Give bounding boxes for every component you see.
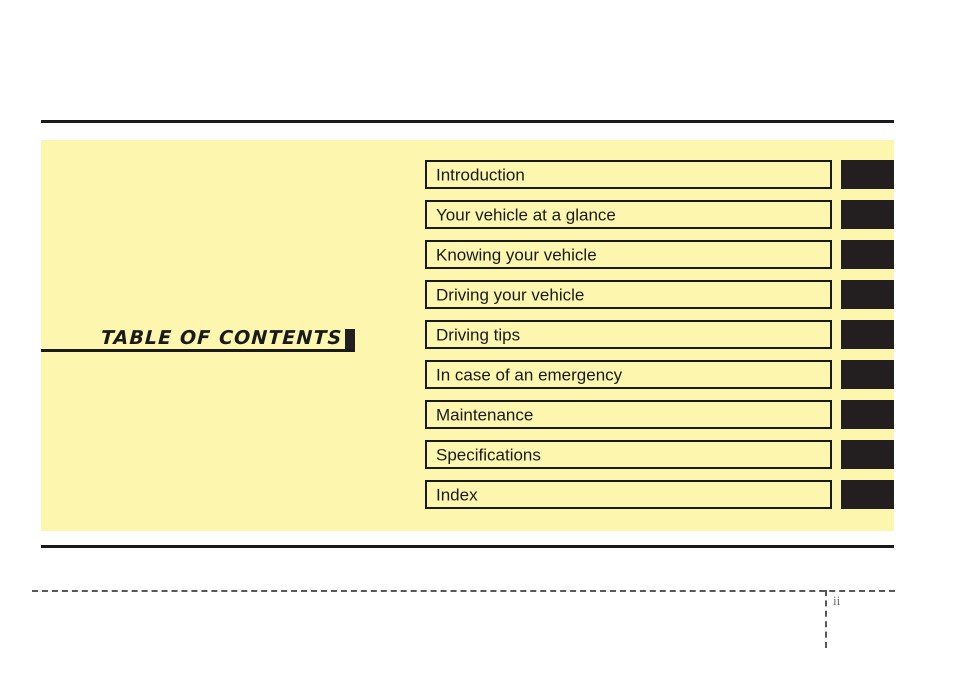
chapter-label: In case of an emergency: [436, 365, 623, 384]
chapter-label: Specifications: [436, 445, 541, 464]
chapter-label: Index: [436, 485, 478, 504]
chapter-tab[interactable]: [841, 480, 894, 509]
chapter-box[interactable]: Index: [425, 480, 832, 509]
crop-mark-horizontal: [32, 590, 895, 592]
chapter-label: Introduction: [436, 165, 525, 184]
chapter-label: Maintenance: [436, 405, 534, 424]
manual-page: TABLE OF CONTENTS Introduction Your vehi…: [0, 0, 954, 675]
chapter-label: Knowing your vehicle: [436, 245, 597, 264]
contents-list: Introduction Your vehicle at a glance Kn…: [425, 160, 894, 520]
list-item[interactable]: Knowing your vehicle: [425, 240, 894, 280]
chapter-box[interactable]: Maintenance: [425, 400, 832, 429]
crop-mark-vertical: [825, 590, 827, 648]
chapter-tab[interactable]: [841, 360, 894, 389]
list-item[interactable]: Introduction: [425, 160, 894, 200]
list-item[interactable]: Your vehicle at a glance: [425, 200, 894, 240]
chapter-box[interactable]: Driving tips: [425, 320, 832, 349]
chapter-box[interactable]: In case of an emergency: [425, 360, 832, 389]
footer-rule: [41, 545, 894, 548]
chapter-tab[interactable]: [841, 280, 894, 309]
chapter-box[interactable]: Your vehicle at a glance: [425, 200, 832, 229]
chapter-box[interactable]: Introduction: [425, 160, 832, 189]
list-item[interactable]: In case of an emergency: [425, 360, 894, 400]
chapter-box[interactable]: Driving your vehicle: [425, 280, 832, 309]
list-item[interactable]: Driving your vehicle: [425, 280, 894, 320]
contents-panel: TABLE OF CONTENTS Introduction Your vehi…: [41, 140, 894, 531]
chapter-box[interactable]: Specifications: [425, 440, 832, 469]
table-of-contents-heading: TABLE OF CONTENTS: [41, 326, 355, 352]
page-number: ii: [833, 593, 841, 608]
chapter-label: Your vehicle at a glance: [436, 205, 616, 224]
header-rule: [41, 120, 894, 123]
chapter-label: Driving tips: [436, 325, 521, 344]
chapter-label: Driving your vehicle: [436, 285, 585, 304]
chapter-tab[interactable]: [841, 400, 894, 429]
chapter-box[interactable]: Knowing your vehicle: [425, 240, 832, 269]
list-item[interactable]: Maintenance: [425, 400, 894, 440]
list-item[interactable]: Specifications: [425, 440, 894, 480]
list-item[interactable]: Driving tips: [425, 320, 894, 360]
chapter-tab[interactable]: [841, 200, 894, 229]
chapter-tab[interactable]: [841, 160, 894, 189]
title-underline: [41, 349, 354, 352]
page-title: TABLE OF CONTENTS: [100, 327, 343, 349]
chapter-tab[interactable]: [841, 240, 894, 269]
list-item[interactable]: Index: [425, 480, 894, 520]
chapter-tab[interactable]: [841, 320, 894, 349]
chapter-tab[interactable]: [841, 440, 894, 469]
